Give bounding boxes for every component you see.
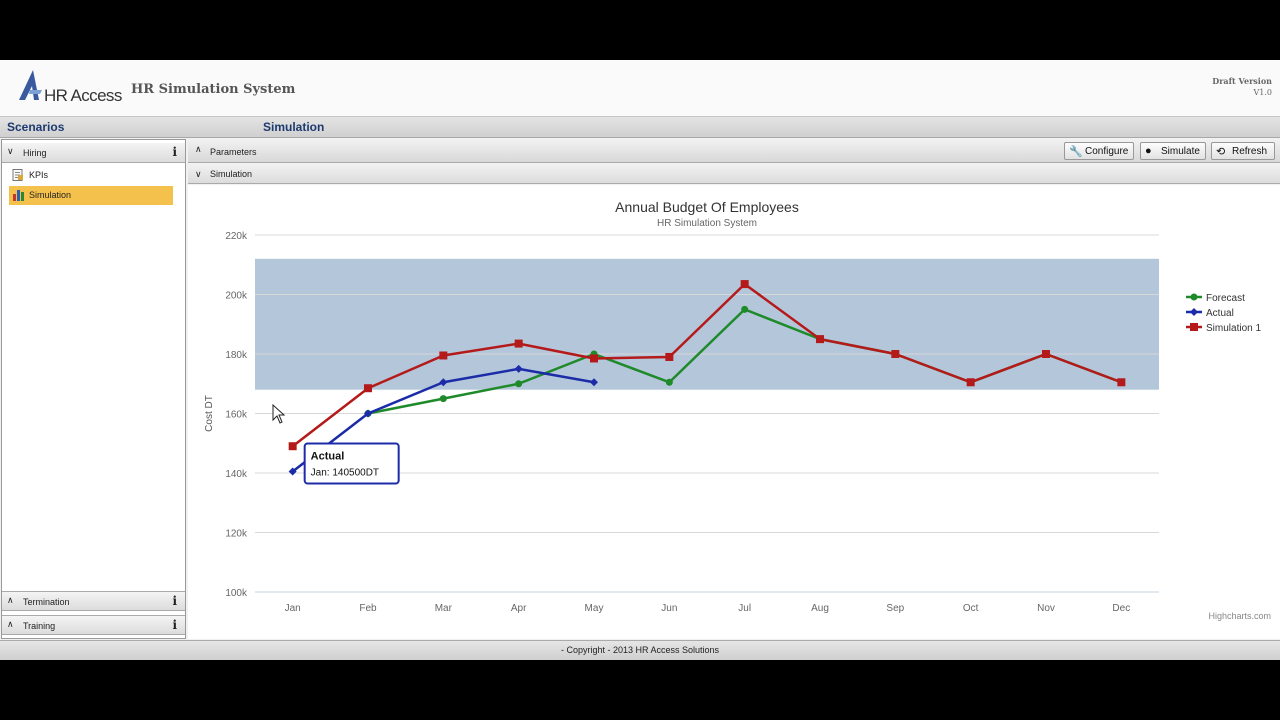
legend-marker: [1190, 293, 1198, 301]
nav-item-label: KPIs: [29, 170, 49, 180]
x-tick-label: Nov: [1037, 603, 1055, 614]
scenarios-panel: ∨ Hiring i KPIs Simulation ∧ Termination…: [1, 139, 186, 639]
data-point: [288, 442, 297, 451]
tooltip-text: Jan: 140500DT: [311, 468, 379, 479]
data-point: [665, 378, 673, 386]
data-point: [1117, 378, 1126, 387]
legend-item: Actual: [1206, 308, 1234, 319]
x-tick-label: Jul: [738, 603, 751, 614]
footer: - Copyright - 2013 HR Access Solutions: [0, 640, 1280, 660]
x-tick-label: Oct: [963, 603, 979, 614]
accordion-label: Termination: [23, 597, 70, 607]
data-point: [514, 339, 523, 348]
line-chart: 100k 120k 140k 160k 180k 200k 220k Jan Feb Mar Apr…: [204, 199, 1271, 621]
data-point: [740, 280, 749, 289]
hr-access-logo: HR Access: [16, 68, 136, 110]
simulation-label: Simulation: [210, 169, 253, 179]
x-tick-label: Dec: [1112, 603, 1130, 614]
configure-label: Configure: [1085, 146, 1129, 157]
data-point: [590, 354, 598, 363]
data-point: [515, 380, 523, 388]
legend-item: Simulation 1: [1206, 323, 1261, 334]
tooltip-title: Actual: [311, 451, 345, 463]
legend-marker: [1190, 323, 1198, 331]
x-tick-label: Sep: [886, 603, 904, 614]
chart-container: 100k 120k 140k 160k 180k 200k 220k Jan Feb Mar Apr…: [188, 185, 1280, 639]
refresh-label: Refresh: [1232, 146, 1268, 157]
x-tick-label: Mar: [435, 603, 453, 614]
accordion-label: Hiring: [23, 148, 47, 158]
data-point: [439, 395, 447, 403]
chevron-up-icon: ∧: [7, 619, 14, 629]
nav-item-kpis[interactable]: KPIs: [9, 166, 173, 185]
data-point: [891, 350, 900, 358]
document-icon: [12, 169, 23, 181]
y-tick-label: 220k: [225, 231, 248, 242]
section-header-bar: Scenarios Simulation: [0, 116, 1280, 138]
chart-title: Annual Budget Of Employees: [615, 199, 799, 215]
chevron-up-icon: ∧: [195, 144, 202, 154]
parameters-label: Parameters: [210, 147, 257, 157]
chart-subtitle: HR Simulation System: [657, 218, 757, 229]
accordion-label: Training: [23, 621, 56, 631]
simulate-label: Simulate: [1161, 146, 1200, 157]
chevron-down-icon: ∨: [195, 169, 202, 179]
simulation-bar[interactable]: ∨ Simulation: [188, 164, 1280, 184]
y-tick-label: 140k: [225, 469, 248, 480]
y-tick-label: 200k: [225, 291, 248, 302]
parameters-bar[interactable]: ∧ Parameters 🔧 Configure ● Simulate ⟲ Re…: [188, 139, 1280, 163]
data-point: [816, 335, 824, 344]
nav-item-label: Simulation: [29, 190, 72, 200]
version-info: Draft Version V1.0: [1212, 76, 1272, 98]
configure-button[interactable]: 🔧 Configure: [1064, 142, 1134, 160]
chevron-up-icon: ∧: [7, 595, 14, 605]
nav-item-simulation[interactable]: Simulation: [9, 186, 173, 205]
chart-credits: Highcharts.com: [1208, 611, 1271, 621]
data-point: [439, 351, 448, 360]
refresh-button[interactable]: ⟲ Refresh: [1211, 142, 1275, 160]
info-icon[interactable]: i: [172, 594, 177, 608]
legend-marker: [1190, 308, 1198, 316]
mouse-cursor-icon: [272, 404, 286, 424]
app-window: HR Access HR Simulation System Draft Ver…: [0, 60, 1280, 660]
data-point: [1042, 350, 1050, 358]
copyright-text: - Copyright - 2013 HR Access Solutions: [560, 645, 720, 655]
y-tick-label: 100k: [225, 588, 248, 599]
app-header: HR Access HR Simulation System Draft Ver…: [0, 60, 1280, 116]
simulation-title: Simulation: [263, 120, 325, 134]
y-tick-label: 120k: [225, 529, 248, 540]
data-point: [364, 384, 372, 393]
simulate-icon: ●: [1145, 145, 1152, 157]
info-icon[interactable]: i: [172, 618, 177, 632]
bar-chart-icon: [13, 190, 24, 201]
scenarios-title: Scenarios: [7, 120, 65, 134]
data-point: [741, 305, 749, 313]
y-tick-label: 180k: [225, 350, 248, 361]
y-tick-label: 160k: [225, 410, 248, 421]
accordion-termination[interactable]: ∧ Termination i: [2, 591, 185, 611]
x-tick-label: Aug: [811, 603, 829, 614]
data-point: [966, 378, 975, 387]
info-icon[interactable]: i: [172, 145, 177, 159]
x-tick-label: Jun: [661, 603, 677, 614]
wrench-icon: 🔧: [1069, 146, 1083, 158]
simulate-button[interactable]: ● Simulate: [1140, 142, 1206, 160]
logo-text: HR Access: [44, 86, 122, 105]
accordion-hiring[interactable]: ∨ Hiring i: [2, 143, 185, 163]
legend-item: Forecast: [1206, 293, 1245, 304]
chevron-down-icon: ∨: [7, 146, 14, 156]
x-tick-label: Feb: [359, 603, 377, 614]
version-label: Draft Version: [1212, 76, 1272, 86]
version-number: V1.0: [1253, 88, 1273, 97]
accordion-training[interactable]: ∧ Training i: [2, 615, 185, 635]
data-point: [665, 352, 674, 361]
x-tick-label: May: [585, 603, 604, 614]
plot-band: [255, 258, 1159, 390]
simulation-main: ∧ Parameters 🔧 Configure ● Simulate ⟲ Re…: [188, 139, 1280, 639]
refresh-icon: ⟲: [1216, 146, 1226, 158]
x-tick-label: Jan: [285, 603, 301, 614]
app-title: HR Simulation System: [131, 82, 296, 97]
x-tick-label: Apr: [511, 603, 527, 614]
y-axis-label: Cost DT: [204, 395, 215, 432]
